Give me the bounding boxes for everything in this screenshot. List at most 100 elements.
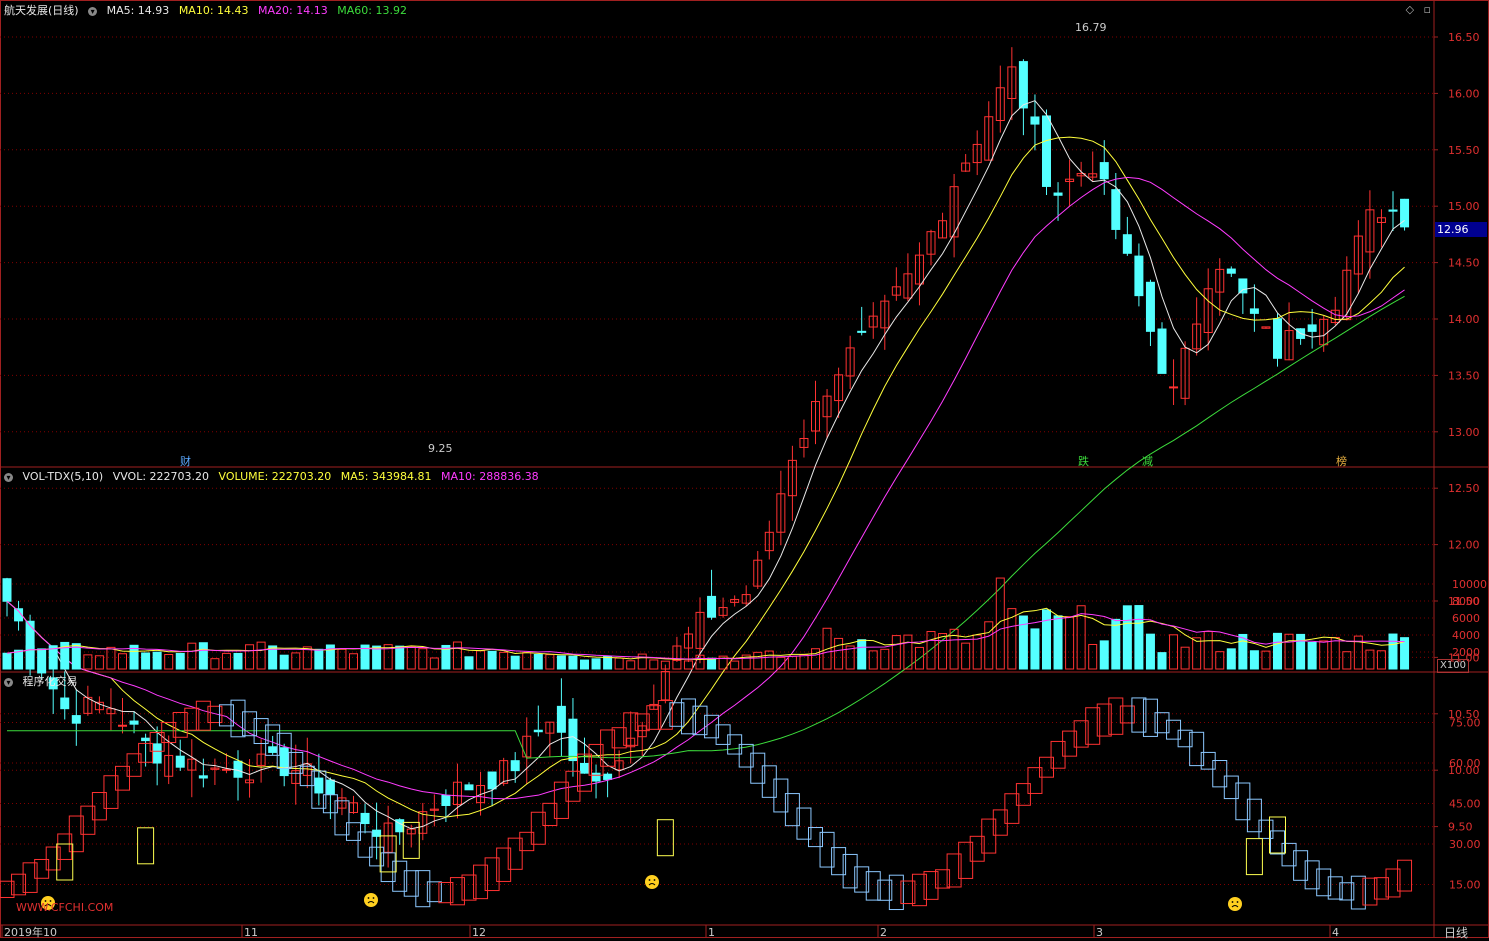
down-candle: [580, 762, 589, 774]
volume-bar-down: [1226, 648, 1236, 670]
volume-indicator-name[interactable]: VOL-TDX(5,10): [23, 470, 104, 483]
volume-bar-down: [591, 658, 601, 670]
sad-face-eye: [367, 897, 370, 899]
volume-tick-label: 4000: [1452, 629, 1480, 642]
down-candle: [129, 720, 139, 725]
volume-bar-up: [787, 655, 797, 670]
event-marker-jian[interactable]: 减: [1142, 453, 1153, 469]
volume-bar-up: [961, 642, 971, 670]
down-candle: [857, 330, 867, 333]
panel-collapse-icon[interactable]: ▾: [88, 6, 98, 16]
volume-bar-up: [1284, 633, 1294, 670]
diamond-icon[interactable]: ◇: [1406, 3, 1414, 16]
event-marker-cai[interactable]: 财: [180, 453, 191, 469]
volume-bar-up: [1261, 650, 1271, 670]
stock-title[interactable]: 航天发展(日线): [4, 4, 79, 17]
indicator-tick-label: 60.00: [1449, 757, 1481, 770]
current-price-badge: 12.96: [1435, 222, 1487, 237]
volume-bar-up: [1376, 650, 1386, 670]
price-tick-label: 14.50: [1448, 257, 1480, 270]
up-candle: [118, 724, 127, 727]
volume-bar-down: [372, 645, 382, 670]
volume-bar-down: [568, 655, 578, 670]
volume-bar-up: [545, 654, 555, 670]
volume-bar-up: [164, 654, 174, 670]
volume-bar-up: [429, 657, 439, 670]
volume-bar-up: [926, 631, 936, 670]
volume-bar-down: [1111, 618, 1121, 670]
volume-bar-down: [580, 659, 589, 670]
time-axis-label: 11: [244, 926, 258, 938]
volume-tick-label: 10000: [1452, 578, 1487, 591]
event-marker-die[interactable]: 跌: [1078, 453, 1089, 469]
time-axis-label: 3: [1096, 926, 1103, 938]
volume-bar-up: [210, 658, 220, 670]
event-marker-bang[interactable]: 榜: [1336, 453, 1347, 469]
volume-bar-down: [198, 642, 208, 670]
signal-box: [1269, 816, 1286, 854]
down-candle: [268, 746, 278, 753]
volume-bar-up: [406, 646, 416, 670]
volume-bar-down: [510, 655, 520, 670]
indicator-tick-label: 30.00: [1449, 838, 1481, 851]
volume-bar-down: [175, 652, 185, 670]
down-candle: [360, 812, 370, 825]
period-label[interactable]: 日线: [1444, 924, 1468, 941]
volume-bar-up: [984, 621, 994, 670]
volume-bar-down: [533, 653, 543, 670]
volume-tick-label: 6000: [1452, 612, 1480, 625]
panel-collapse-icon[interactable]: ▾: [4, 472, 13, 482]
down-candle: [233, 760, 243, 778]
ma60-line: [7, 295, 1405, 759]
up-candle: [1169, 386, 1179, 389]
volume-unit-label: X100: [1437, 659, 1469, 673]
down-candle: [1018, 61, 1028, 109]
volume-bar-down: [141, 652, 151, 670]
volume-bar-up: [1365, 649, 1375, 670]
time-axis-label: 2019年10: [4, 925, 57, 938]
volume-bar-up: [614, 657, 624, 670]
price-tick-label: 12.50: [1448, 482, 1480, 495]
volume-bar-down: [1307, 642, 1317, 670]
ma20-readout: MA20: 14.13: [258, 4, 328, 17]
volume-bar-up: [1192, 637, 1202, 670]
down-candle: [325, 779, 335, 795]
down-candle: [1099, 162, 1109, 180]
volume-bar-down: [1134, 605, 1144, 670]
volume-bar-down: [1053, 615, 1063, 670]
down-candle: [1388, 209, 1398, 212]
volume-panel-header: ▾ VOL-TDX(5,10) VVOL: 222703.20 VOLUME: …: [4, 469, 545, 485]
indicator-tick-label: 45.00: [1449, 798, 1481, 811]
volume-bar-down: [1388, 633, 1398, 670]
panel-collapse-icon[interactable]: ▾: [4, 677, 13, 687]
volume-bar-down: [1238, 633, 1248, 670]
volume-bar-up: [1330, 636, 1340, 670]
volume-bar-down: [2, 652, 12, 670]
indicator-name[interactable]: 程序化交易: [23, 675, 78, 688]
down-candle: [591, 772, 601, 782]
volume-tick-label: 2000: [1452, 646, 1480, 659]
volume-bar-up: [799, 654, 809, 670]
volume-bar-up: [1180, 646, 1190, 670]
down-candle: [1226, 268, 1236, 274]
low-price-label: 9.25: [428, 442, 453, 455]
down-candle: [372, 829, 382, 837]
volume-bar-down: [1296, 633, 1306, 670]
down-candle: [510, 760, 520, 772]
down-candle: [1238, 278, 1248, 294]
volume-bar-down: [14, 649, 24, 670]
sad-face-eye: [648, 879, 651, 881]
volume-tick-label: 8000: [1452, 595, 1480, 608]
down-candle: [487, 771, 497, 790]
volume-bar-down: [707, 657, 717, 670]
vol-ma10-readout: MA10: 288836.38: [440, 470, 539, 483]
volume-bar-down: [279, 654, 289, 670]
signal-box: [137, 827, 155, 865]
restore-icon[interactable]: ▫: [1424, 3, 1431, 16]
volume-bar-up: [764, 650, 774, 670]
down-candle: [1030, 116, 1040, 125]
volume-bar-up: [106, 646, 116, 670]
volume-bar-up: [834, 637, 844, 670]
down-candle: [37, 669, 47, 674]
down-candle: [1042, 115, 1051, 187]
